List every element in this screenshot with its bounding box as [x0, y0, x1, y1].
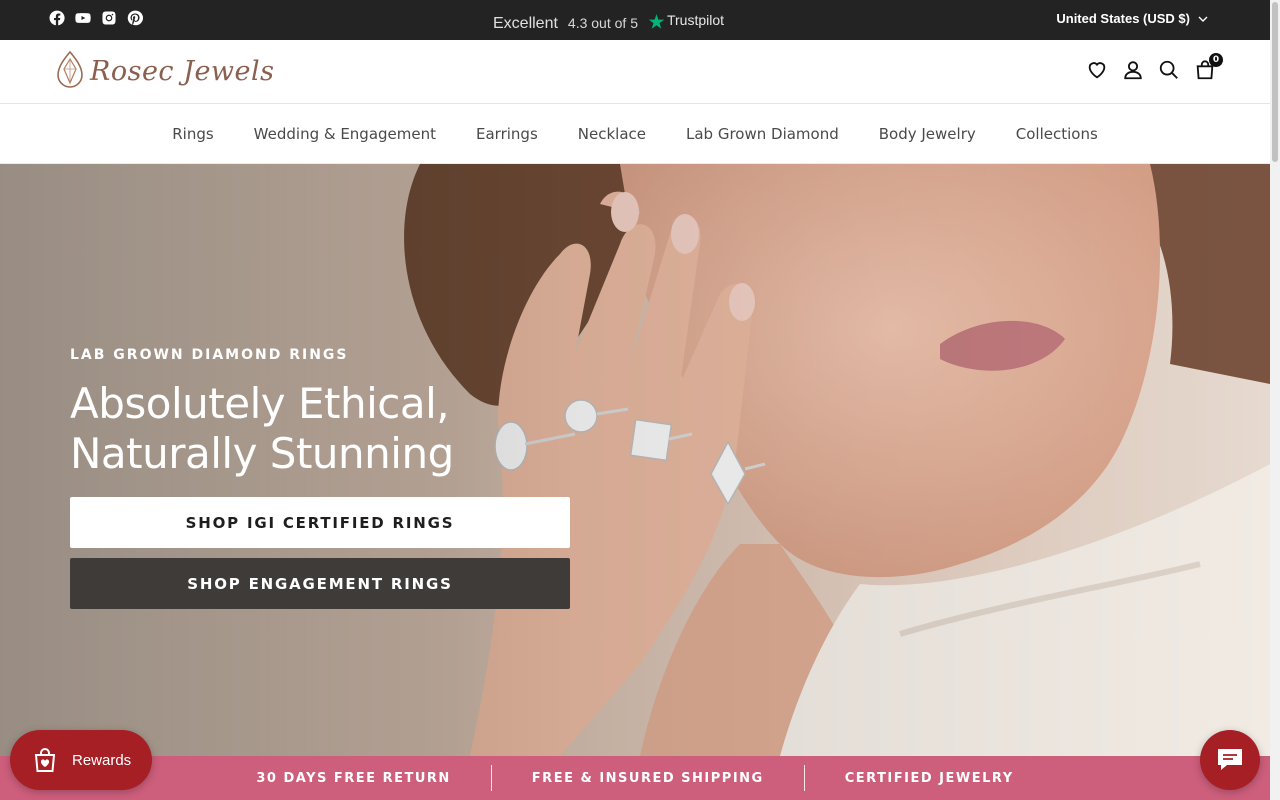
heart-icon [1088, 62, 1106, 79]
currency-selector[interactable]: United States (USD $) [1056, 11, 1208, 26]
hero-headline: Absolutely Ethical, Naturally Stunning [70, 379, 570, 479]
scrollbar-thumb[interactable] [1272, 2, 1278, 162]
social-links [48, 9, 143, 26]
cart-button[interactable]: 0 [1194, 53, 1223, 82]
youtube-icon[interactable] [74, 9, 91, 26]
trustpilot-rating[interactable]: Excellent 4.3 out of 5 Trustpilot [493, 11, 724, 33]
diamond-logo-icon [57, 50, 83, 88]
announcement-bar: Excellent 4.3 out of 5 Trustpilot United… [0, 0, 1270, 40]
nav-item-wedding-engagement[interactable]: Wedding & Engagement [254, 125, 436, 143]
benefit-free-shipping: FREE & INSURED SHIPPING [531, 770, 764, 786]
cart-count-badge: 0 [1209, 53, 1223, 67]
chat-bubble-icon [1218, 749, 1242, 770]
shopping-bag-heart-icon [34, 748, 56, 772]
hero-banner: LAB GROWN DIAMOND RINGS Absolutely Ethic… [0, 164, 1270, 756]
nav-item-lab-grown-diamond[interactable]: Lab Grown Diamond [686, 125, 839, 143]
benefits-bar: 30 DAYS FREE RETURN FREE & INSURED SHIPP… [0, 756, 1270, 800]
benefit-certified-jewelry: CERTIFIED JEWELRY [844, 770, 1014, 786]
hero-eyebrow: LAB GROWN DIAMOND RINGS [70, 347, 349, 363]
instagram-icon[interactable] [100, 9, 117, 26]
pinterest-icon[interactable] [126, 9, 143, 26]
hero-content: LAB GROWN DIAMOND RINGS Absolutely Ethic… [70, 347, 570, 619]
header-actions: 0 [1086, 53, 1223, 82]
currency-label: United States (USD $) [1056, 11, 1190, 26]
benefit-free-return: 30 DAYS FREE RETURN [256, 770, 451, 786]
trustpilot-excellent: Excellent [493, 15, 558, 32]
nav-item-necklace[interactable]: Necklace [578, 125, 646, 143]
nav-item-earrings[interactable]: Earrings [476, 125, 538, 143]
rewards-launcher[interactable]: Rewards [10, 730, 152, 790]
rewards-label: Rewards [72, 751, 132, 769]
site-header: Rosec Jewels 0 [0, 40, 1270, 104]
hero-headline-line2: Naturally Stunning [70, 429, 454, 478]
shop-igi-certified-rings-button[interactable]: SHOP IGI CERTIFIED RINGS [70, 497, 570, 548]
nav-item-collections[interactable]: Collections [1016, 125, 1098, 143]
account-button[interactable] [1122, 58, 1144, 82]
trustpilot-star-icon [648, 14, 665, 29]
chat-launcher[interactable] [1200, 730, 1260, 790]
trustpilot-brand: Trustpilot [648, 11, 725, 29]
user-icon [1124, 61, 1142, 80]
brand-wordmark: Rosec Jewels [90, 55, 275, 87]
main-navigation: Rings Wedding & Engagement Earrings Neck… [0, 104, 1270, 164]
search-icon [1159, 60, 1178, 79]
chevron-down-icon [1198, 16, 1208, 22]
search-button[interactable] [1158, 58, 1180, 82]
shop-engagement-rings-button[interactable]: SHOP ENGAGEMENT RINGS [70, 558, 570, 609]
trustpilot-label: Trustpilot [666, 11, 725, 28]
nav-item-rings[interactable]: Rings [172, 125, 213, 143]
facebook-icon[interactable] [48, 9, 65, 26]
nav-item-body-jewelry[interactable]: Body Jewelry [879, 125, 976, 143]
trustpilot-score: 4.3 out of 5 [567, 15, 638, 31]
wishlist-button[interactable] [1086, 58, 1108, 82]
page-scrollbar[interactable] [1270, 0, 1280, 800]
hero-headline-line1: Absolutely Ethical, [70, 379, 450, 428]
brand-logo[interactable]: Rosec Jewels [54, 49, 275, 93]
